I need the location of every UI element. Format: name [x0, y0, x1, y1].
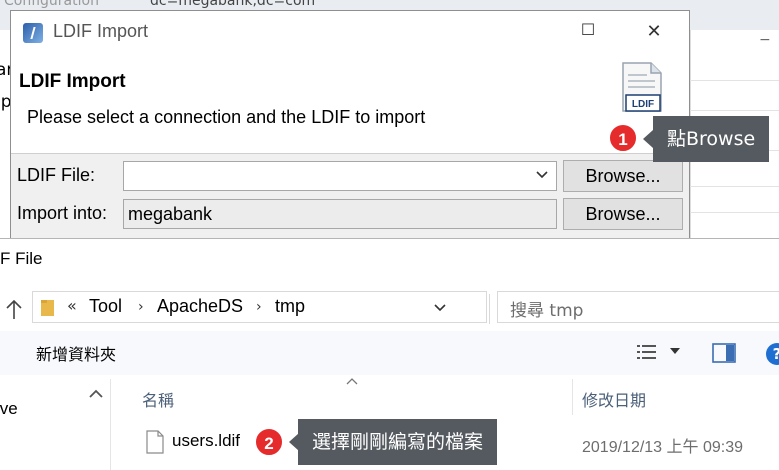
ldif-document-icon: LDIF [622, 62, 662, 112]
dialog-titlebar: LDIF Import ☐ ✕ [11, 11, 689, 53]
divider [690, 80, 779, 81]
import-into-field[interactable]: megabank [123, 199, 557, 229]
banner-description: Please select a connection and the LDIF … [27, 107, 426, 127]
divider [690, 186, 779, 187]
file-dialog-navbar: « Tool › ApacheDS › tmp 搜尋 tmp [0, 289, 779, 329]
column-name[interactable]: 名稱 [142, 387, 174, 411]
nav-item-drive[interactable]: ive [0, 399, 18, 419]
file-modified-date: 2019/12/13 上午 09:39 [582, 439, 744, 456]
arrow-up-icon[interactable] [4, 297, 24, 321]
breadcrumb-separator-icon[interactable]: › [138, 299, 144, 315]
import-into-label: Import into: [17, 203, 108, 223]
ldif-file-combobox[interactable] [123, 161, 557, 191]
banner-title: LDIF Import [19, 71, 126, 92]
view-dropdown-icon[interactable] [670, 347, 680, 355]
breadcrumb-apacheds[interactable]: ApacheDS [157, 296, 243, 317]
column-divider[interactable] [572, 379, 573, 415]
file-dialog-title: F File [0, 249, 43, 268]
ldif-browse-button[interactable]: Browse... [563, 160, 683, 192]
folder-icon [41, 300, 54, 316]
breadcrumb-overflow[interactable]: « [67, 296, 77, 315]
file-list-header: 名稱 修改日期 [110, 378, 779, 415]
maximize-button[interactable]: ☐ [565, 15, 611, 45]
file-dialog-toolbar: 新增資料夾 ? [0, 331, 779, 375]
ldif-file-label: LDIF File: [17, 165, 96, 185]
search-input[interactable]: 搜尋 tmp [497, 291, 779, 323]
file-icon [146, 430, 164, 454]
divider [690, 212, 779, 213]
banner-icon-label: LDIF [632, 99, 654, 110]
column-modified[interactable]: 修改日期 [582, 387, 646, 411]
breadcrumb-separator-icon[interactable]: › [256, 299, 262, 315]
callout-browse: 點Browse [653, 116, 770, 162]
dialog-banner: LDIF Import Please select a connection a… [11, 53, 689, 154]
breadcrumb-tmp[interactable]: tmp [275, 296, 305, 317]
app-icon [23, 23, 43, 43]
divider [690, 110, 779, 111]
callout-select-file: 選擇剛剛編寫的檔案 [298, 419, 498, 465]
sort-ascending-icon [346, 378, 358, 385]
connection-browse-button[interactable]: Browse... [563, 198, 683, 230]
preview-pane-icon[interactable] [712, 343, 736, 363]
search-placeholder: 搜尋 tmp [510, 301, 584, 321]
collapse-icon[interactable]: − [759, 32, 771, 48]
view-list-icon[interactable] [636, 343, 658, 361]
address-bar[interactable]: « Tool › ApacheDS › tmp [32, 291, 513, 324]
help-icon[interactable]: ? [766, 343, 779, 365]
chevron-down-icon[interactable] [535, 168, 549, 182]
close-button[interactable]: ✕ [631, 17, 677, 47]
breadcrumb-tool[interactable]: Tool [89, 296, 122, 317]
ldif-import-dialog: LDIF Import ☐ ✕ LDIF Import Please selec… [10, 10, 690, 240]
file-name[interactable]: users.ldif [172, 431, 240, 451]
dialog-title: LDIF Import [53, 21, 149, 41]
step-badge-1: 1 [608, 123, 638, 153]
scroll-up-icon[interactable] [88, 387, 104, 401]
step-badge-2: 2 [254, 427, 284, 457]
new-folder-button[interactable]: 新增資料夾 [36, 341, 116, 365]
navigation-pane: ive [0, 379, 111, 470]
chevron-down-icon[interactable] [433, 301, 447, 315]
callout-arrow [643, 130, 653, 148]
